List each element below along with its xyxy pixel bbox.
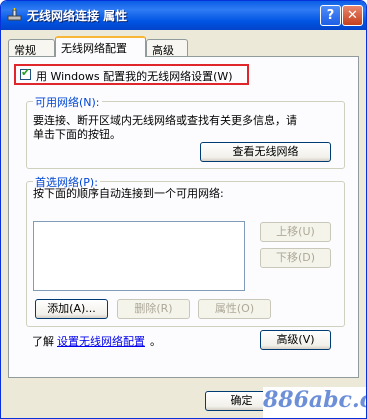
watermark: 886abc.com: [263, 387, 366, 418]
wireless-connection-icon: [7, 8, 22, 21]
preferred-networks-desc: 按下面的顺序自动连接到一个可用网络:: [33, 187, 224, 200]
properties-dialog: 无线网络连接 属性 ? ✕ 常规 无线网络配置 高级 ✔ 用 Windows 配…: [0, 0, 367, 419]
preferred-networks-list[interactable]: [33, 221, 245, 291]
move-up-button[interactable]: 上移(U): [260, 222, 331, 242]
remove-network-button[interactable]: 删除(R): [117, 299, 190, 319]
learn-more-prefix: 了解: [32, 335, 54, 348]
watermark-text: 886abc.com: [263, 387, 366, 413]
view-wireless-networks-button[interactable]: 查看无线网络: [200, 142, 331, 162]
checkmark-icon: ✔: [21, 66, 31, 79]
windows-config-row[interactable]: ✔ 用 Windows 配置我的无线网络设置(W): [14, 64, 249, 85]
network-properties-button[interactable]: 属性(O): [198, 299, 271, 319]
tab-wireless-config[interactable]: 无线网络配置: [55, 36, 146, 57]
advanced-button[interactable]: 高级(V): [260, 330, 331, 350]
tab-advanced[interactable]: 高级: [146, 39, 188, 57]
learn-more-suffix: 。: [150, 335, 161, 348]
move-down-button[interactable]: 下移(D): [260, 248, 331, 268]
available-networks-desc-2: 单击下面的按钮。: [33, 128, 121, 141]
tab-general[interactable]: 常规: [8, 39, 55, 57]
add-network-button[interactable]: 添加(A)...: [35, 299, 108, 319]
windows-config-checkbox[interactable]: ✔: [20, 66, 31, 80]
windows-config-label: 用 Windows 配置我的无线网络设置(W): [36, 70, 233, 83]
close-button[interactable]: ✕: [342, 5, 363, 26]
title-bar[interactable]: 无线网络连接 属性 ? ✕: [1, 1, 366, 30]
learn-more-link[interactable]: 设置无线网络配置: [57, 333, 145, 349]
window-title: 无线网络连接 属性: [27, 9, 128, 23]
help-button[interactable]: ?: [320, 5, 341, 26]
available-networks-title: 可用网络(N):: [33, 94, 102, 110]
